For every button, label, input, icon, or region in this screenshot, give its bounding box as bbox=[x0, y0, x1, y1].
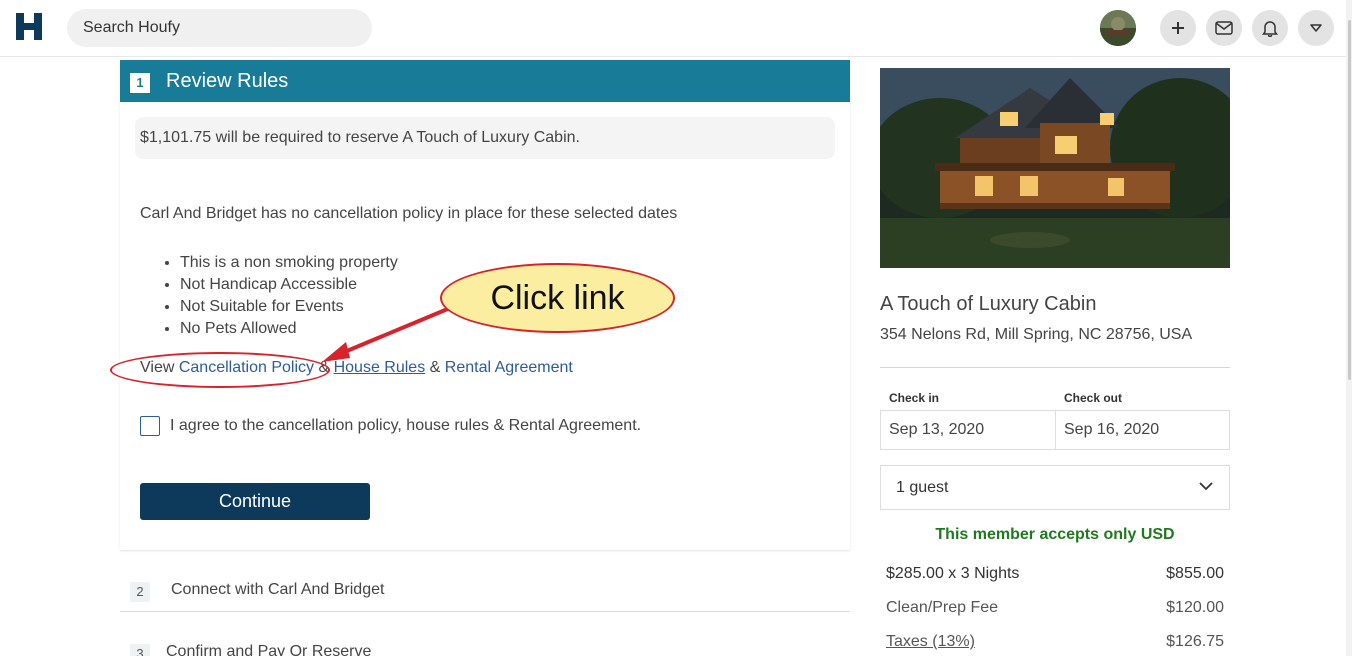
price-row: Clean/Prep Fee $120.00 bbox=[886, 599, 1224, 617]
listing-title[interactable]: A Touch of Luxury Cabin bbox=[880, 293, 1096, 316]
price-label: $285.00 x 3 Nights bbox=[886, 565, 1020, 582]
step-number: 3 bbox=[130, 644, 150, 656]
notifications-button[interactable] bbox=[1252, 10, 1288, 46]
agree-label[interactable]: I agree to the cancellation policy, hous… bbox=[170, 417, 641, 435]
price-amount: $120.00 bbox=[1166, 599, 1224, 616]
guests-value: 1 guest bbox=[896, 479, 949, 496]
taxes-link[interactable]: Taxes (13%) bbox=[886, 633, 975, 651]
annotation-callout: Click link bbox=[440, 263, 675, 333]
price-row: Taxes (13%) $126.75 bbox=[886, 633, 1224, 651]
bell-icon bbox=[1262, 21, 1278, 37]
step-number: 1 bbox=[130, 73, 150, 93]
guests-select[interactable]: 1 guest bbox=[880, 465, 1230, 510]
search-input[interactable]: Search Houfy bbox=[67, 9, 372, 47]
annotation-arrow bbox=[322, 306, 451, 362]
agree-checkbox[interactable] bbox=[140, 416, 160, 436]
price-row: $285.00 x 3 Nights $855.00 bbox=[886, 565, 1224, 583]
checkout-field[interactable]: Sep 16, 2020 bbox=[1055, 411, 1229, 449]
listing-summary: A Touch of Luxury Cabin 354 Nelons Rd, M… bbox=[870, 60, 1240, 656]
messages-button[interactable] bbox=[1206, 10, 1242, 46]
houfy-logo[interactable] bbox=[14, 8, 44, 44]
date-range: Sep 13, 2020 Sep 16, 2020 bbox=[880, 410, 1230, 450]
envelope-icon bbox=[1215, 21, 1233, 35]
caret-down-icon bbox=[1310, 24, 1322, 32]
step-header[interactable]: 1 Review Rules bbox=[120, 60, 850, 102]
list-item: This is a non smoking property bbox=[180, 252, 398, 274]
step-title: Connect with Carl And Bridget bbox=[171, 581, 385, 598]
scrollbar-thumb[interactable] bbox=[1348, 20, 1351, 380]
step-number: 2 bbox=[130, 582, 150, 602]
price-label: Clean/Prep Fee bbox=[886, 599, 999, 616]
currency-notice: This member accepts only USD bbox=[935, 526, 1175, 543]
plus-icon bbox=[1172, 22, 1184, 34]
continue-button[interactable]: Continue bbox=[140, 483, 370, 520]
divider bbox=[880, 367, 1230, 368]
account-menu-button[interactable] bbox=[1298, 10, 1334, 46]
top-bar: Search Houfy bbox=[0, 0, 1352, 57]
checkin-label: Check in bbox=[889, 391, 940, 405]
step-title: Review Rules bbox=[166, 70, 289, 92]
agree-row: I agree to the cancellation policy, hous… bbox=[140, 416, 641, 436]
list-item: Not Handicap Accessible bbox=[180, 274, 398, 296]
cancellation-policy-text: Carl And Bridget has no cancellation pol… bbox=[140, 205, 678, 222]
price-amount: $855.00 bbox=[1166, 565, 1224, 582]
rental-agreement-link[interactable]: Rental Agreement bbox=[445, 359, 573, 376]
checkout-label: Check out bbox=[1064, 391, 1123, 405]
checkin-field[interactable]: Sep 13, 2020 bbox=[881, 411, 1055, 449]
reservation-notice: $1,101.75 will be required to reserve A … bbox=[135, 117, 835, 159]
listing-address: 354 Nelons Rd, Mill Spring, NC 28756, US… bbox=[880, 326, 1193, 343]
price-amount: $126.75 bbox=[1166, 633, 1224, 650]
avatar[interactable] bbox=[1100, 10, 1136, 46]
step-confirm-pay[interactable]: 3 Confirm and Pay Or Reserve bbox=[120, 630, 850, 656]
step-connect[interactable]: 2 Connect with Carl And Bridget bbox=[120, 568, 850, 612]
add-button[interactable] bbox=[1160, 10, 1196, 46]
step-title: Confirm and Pay Or Reserve bbox=[166, 643, 372, 656]
chevron-down-icon bbox=[1199, 482, 1213, 491]
listing-photo[interactable] bbox=[880, 68, 1230, 268]
annotation-circle bbox=[110, 352, 330, 388]
